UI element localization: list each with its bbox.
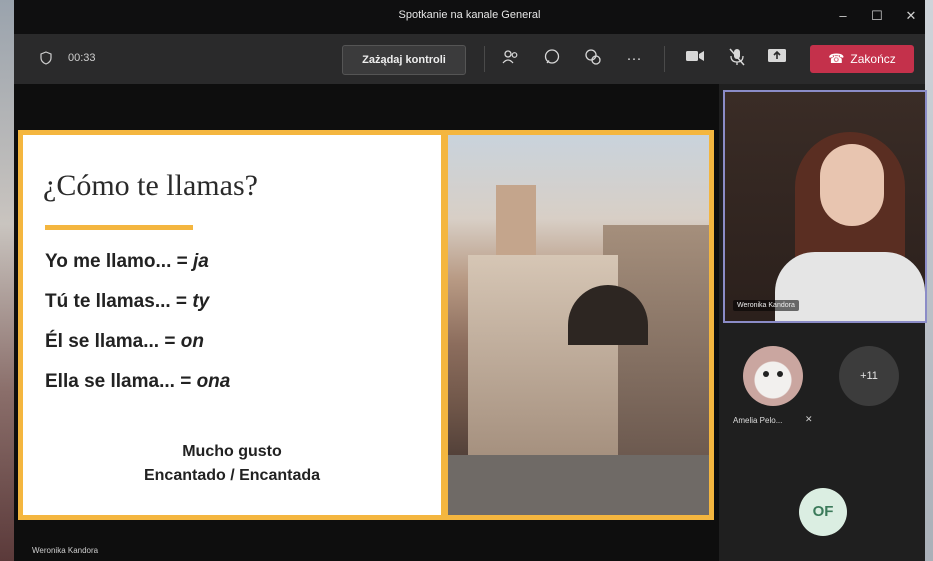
phone-hangup-icon: ☎ — [828, 51, 845, 66]
meeting-timer: 00:33 — [68, 52, 96, 64]
toolbar-divider — [664, 46, 665, 72]
camera-icon[interactable] — [684, 48, 706, 70]
meeting-toolbar: 00:33 Zażądaj kontroli ··· ☎ Zakończ — [14, 34, 925, 84]
people-icon[interactable] — [500, 48, 522, 70]
madrid-city-photo — [448, 135, 709, 515]
slide-title: ¿Cómo te llamas? — [43, 169, 258, 202]
slide-line: Él se llama... = on — [45, 331, 204, 352]
title-bar: Spotkanie na kanale General – ☐ ✕ — [14, 0, 925, 34]
participant-label: Amelia Pelo... — [733, 416, 783, 425]
leave-label: Zakończ — [850, 52, 896, 66]
desktop-background-left — [0, 0, 14, 561]
more-participants-button[interactable]: +11 — [839, 346, 899, 406]
slide-line: Ella se llama... = ona — [45, 371, 231, 392]
maximize-button[interactable]: ☐ — [866, 6, 888, 26]
request-control-button[interactable]: Zażądaj kontroli — [342, 45, 466, 75]
avatar-eye — [777, 371, 783, 377]
more-options-icon[interactable]: ··· — [623, 48, 645, 70]
reactions-icon[interactable] — [582, 48, 604, 70]
shield-icon — [40, 51, 52, 65]
mic-muted-icon: ✕ — [805, 414, 813, 424]
avatar-eye — [763, 371, 769, 377]
slide-footer-line: Encantado / Encantada — [143, 467, 321, 484]
title-underline — [45, 225, 193, 230]
window-title: Spotkanie na kanale General — [398, 9, 541, 21]
slide-line: Tú te llamas... = ty — [45, 291, 210, 312]
participant-video-tile[interactable]: Weronika Kandora — [723, 90, 927, 323]
close-button[interactable]: ✕ — [900, 6, 922, 26]
photo-tower — [496, 185, 536, 255]
participants-panel: Weronika Kandora Amelia Pelo... ✕ +11 OF — [719, 84, 927, 561]
leave-meeting-button[interactable]: ☎ Zakończ — [810, 45, 914, 73]
mic-off-icon[interactable] — [726, 48, 748, 70]
presenter-name: Weronika Kandora — [32, 546, 99, 555]
shared-content-stage: ¿Cómo te llamas? Yo me llamo... = ja Tú … — [14, 84, 719, 561]
share-screen-icon[interactable] — [766, 48, 788, 70]
photo-street — [448, 455, 709, 515]
teams-meeting-window: Spotkanie na kanale General – ☐ ✕ 00:33 … — [14, 0, 927, 561]
participant-name-tag: Weronika Kandora — [733, 300, 799, 311]
slide-text-panel: ¿Cómo te llamas? Yo me llamo... = ja Tú … — [23, 135, 441, 515]
presentation-slide: ¿Cómo te llamas? Yo me llamo... = ja Tú … — [18, 130, 714, 520]
slide-line: Yo me llamo... = ja — [45, 251, 209, 272]
slide-footer-line: Mucho gusto — [182, 443, 282, 460]
minimize-button[interactable]: – — [832, 6, 854, 26]
toolbar-divider — [484, 46, 485, 72]
avatar[interactable] — [743, 346, 803, 406]
video-person-face — [820, 144, 884, 226]
chat-icon[interactable] — [541, 48, 563, 70]
avatar-initials[interactable]: OF — [799, 488, 847, 536]
